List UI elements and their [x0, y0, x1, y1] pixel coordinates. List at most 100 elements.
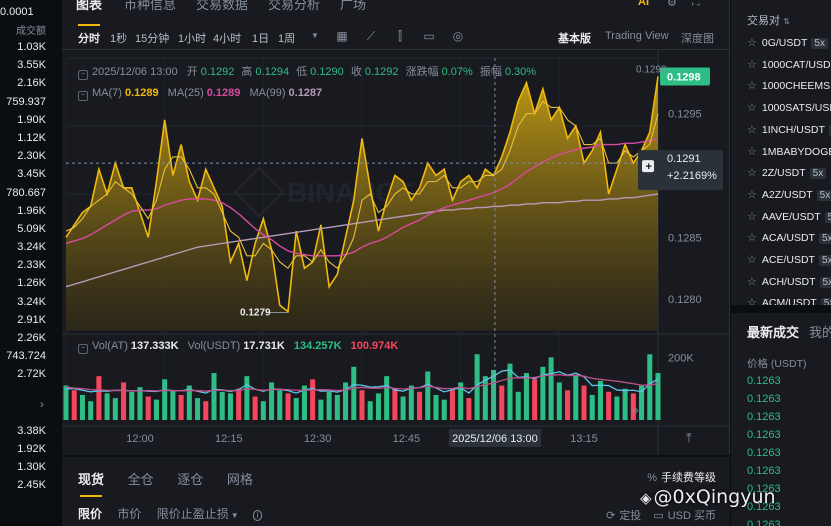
tab-square[interactable]: 广场 [340, 0, 366, 13]
tab-my-trades[interactable]: 我的 [809, 325, 831, 340]
order-book-ask-row[interactable]: 759.937 [0, 93, 62, 111]
star-icon[interactable]: ☆ [747, 167, 757, 179]
star-icon[interactable]: ☆ [747, 211, 757, 223]
order-book-ask-row[interactable]: 2.16K [0, 74, 62, 92]
pair-name: 1MBABYDOGE [761, 145, 831, 158]
star-icon[interactable]: ☆ [747, 37, 757, 49]
order-book-ask-row[interactable]: 5.09K [0, 220, 62, 238]
star-icon[interactable]: ☆ [747, 102, 757, 114]
pair-row[interactable]: ☆ 1000CHEEMS [747, 79, 830, 99]
timeframe-1w[interactable]: 1周 [278, 30, 295, 46]
layout-icon[interactable]: ▭ [422, 29, 436, 43]
view-depth[interactable]: 深度图 [681, 30, 714, 46]
pair-row[interactable]: ☆ AAVE/USDT5x [747, 210, 831, 230]
tab-spot[interactable]: 现货 [78, 472, 104, 487]
collapse-icon[interactable]: − [78, 344, 88, 354]
caret-down-icon[interactable]: ▼ [308, 29, 322, 43]
collapse-icon[interactable]: − [78, 91, 88, 101]
tab-latest-trades[interactable]: 最新成交 [747, 325, 799, 340]
order-book-ask-row[interactable]: 2.72K [0, 365, 62, 383]
order-book-ask-row[interactable]: 2.33K [0, 256, 62, 274]
order-book-bid-row[interactable]: 1.30K [0, 458, 62, 476]
dca-link[interactable]: 定投 [619, 510, 641, 522]
pair-row[interactable]: ☆ 1MBABYDOGE [747, 145, 831, 165]
buy-with-usd-link[interactable]: USD 买币 [668, 510, 716, 522]
star-icon[interactable]: ☆ [747, 124, 757, 136]
order-book-ask-row[interactable]: 2.91K [0, 311, 62, 329]
view-tradingview[interactable]: Trading View [605, 30, 669, 42]
order-book-bid-row[interactable]: 3.38K [0, 422, 62, 440]
pair-row[interactable]: ☆ 1000CAT/USDT [747, 58, 831, 78]
order-book-bid-row[interactable]: 1.92K [0, 440, 62, 458]
tab-market[interactable]: 市价 [117, 507, 141, 521]
info-icon[interactable]: i [252, 510, 263, 521]
settings-icon[interactable]: ⚙ [667, 0, 677, 9]
timeframe-line[interactable]: 分时 [78, 30, 100, 46]
tab-grid[interactable]: 网格 [227, 472, 253, 487]
target-icon[interactable]: ◎ [451, 29, 465, 43]
order-book-ask-row[interactable]: 3.45K [0, 165, 62, 183]
pairs-header[interactable]: 交易对 ⇅ [747, 12, 790, 28]
pair-row[interactable]: ☆ ACH/USDT 5x [747, 275, 831, 295]
tab-limit[interactable]: 限价 [78, 507, 102, 521]
star-icon[interactable]: ☆ [747, 276, 757, 288]
order-book-ask-row[interactable]: 780.667 [0, 184, 62, 202]
star-icon[interactable]: ☆ [747, 232, 757, 244]
timeframe-1s[interactable]: 1秒 [110, 30, 127, 46]
fee-level-link[interactable]: % 手续费等级 [647, 469, 716, 485]
timeframe-1h[interactable]: 1小时 [178, 30, 206, 46]
indicator-icon[interactable]: ⟋ [364, 29, 378, 43]
star-icon[interactable]: ☆ [747, 59, 757, 71]
order-book-ask-row[interactable]: 1.26K [0, 274, 62, 292]
volume-bar [647, 354, 653, 420]
volume-bar [482, 376, 488, 420]
volume-bar [326, 391, 332, 420]
order-book-ask-row[interactable]: 3.24K [0, 293, 62, 311]
caret-down-icon[interactable]: ▼ [231, 511, 239, 520]
calendar-icon[interactable]: ▦ [335, 29, 349, 43]
tab-stop-limit[interactable]: 限价止盈止损 [157, 507, 229, 521]
ohlc-datetime: 2025/12/06 13:00 [92, 66, 178, 78]
chevron-right-icon[interactable]: › [0, 384, 62, 422]
pair-row[interactable]: ☆ A2Z/USDT 5x [747, 188, 831, 208]
tab-trading-analysis[interactable]: 交易分析 [268, 0, 320, 13]
price-chart[interactable]: BINANCE0.12950.12900.12850.1280200K12:00… [62, 50, 730, 455]
tab-cross[interactable]: 全仓 [128, 472, 154, 487]
pair-row[interactable]: ☆ ACA/USDT 5x [747, 231, 831, 251]
star-icon[interactable]: ☆ [747, 80, 757, 92]
order-book-ask-row[interactable]: 3.24K [0, 238, 62, 256]
star-icon[interactable]: ☆ [747, 146, 757, 158]
star-icon[interactable]: ☆ [747, 254, 757, 266]
timeframe-15m[interactable]: 15分钟 [135, 30, 169, 46]
star-icon[interactable]: ☆ [747, 189, 757, 201]
timeframe-4h[interactable]: 4小时 [213, 30, 241, 46]
order-book-bid-row[interactable]: 2.45K [0, 476, 62, 494]
pair-row[interactable]: ☆ ACE/USDT 5x [747, 253, 831, 273]
order-book-ask-row[interactable]: 3.55K [0, 56, 62, 74]
tab-isolated[interactable]: 逐仓 [177, 472, 203, 487]
view-basic[interactable]: 基本版 [558, 30, 591, 46]
order-book-ask-row[interactable]: 1.03K [0, 38, 62, 56]
order-book-ask-row[interactable]: 2.30K [0, 147, 62, 165]
order-book-ask-row[interactable]: 743.724 [0, 347, 62, 365]
order-book-tick-size[interactable]: 0.0001 [0, 0, 62, 18]
scroll-left-icon: ‹ [64, 387, 69, 403]
order-book-ask-row[interactable]: 1.12K [0, 129, 62, 147]
order-book-ask-row[interactable]: 1.90K [0, 111, 62, 129]
tab-coin-info[interactable]: 币种信息 [124, 0, 176, 13]
pair-row[interactable]: ☆ 2Z/USDT 5x [747, 166, 827, 186]
pair-row[interactable]: ☆1INCH/USDT5x [747, 123, 831, 143]
fullscreen-icon[interactable]: ⛶ [692, 0, 700, 9]
collapse-icon[interactable]: − [78, 70, 88, 80]
sort-icon[interactable]: ⇅ [783, 17, 790, 26]
timeframe-1d[interactable]: 1日 [252, 30, 269, 46]
ai-icon[interactable]: AI [638, 0, 649, 8]
tab-chart[interactable]: 图表 [76, 0, 102, 26]
order-book-ask-row[interactable]: 2.26K [0, 329, 62, 347]
candle-type-icon[interactable]: ⫿ [393, 29, 407, 43]
order-book-ask-row[interactable]: 1.96K [0, 202, 62, 220]
tab-trading-data[interactable]: 交易数据 [196, 0, 248, 13]
pair-row[interactable]: ☆ 0G/USDT 5x [747, 36, 828, 56]
volume-bar [293, 398, 299, 420]
pair-row[interactable]: ☆ 1000SATS/USDT [747, 101, 831, 121]
